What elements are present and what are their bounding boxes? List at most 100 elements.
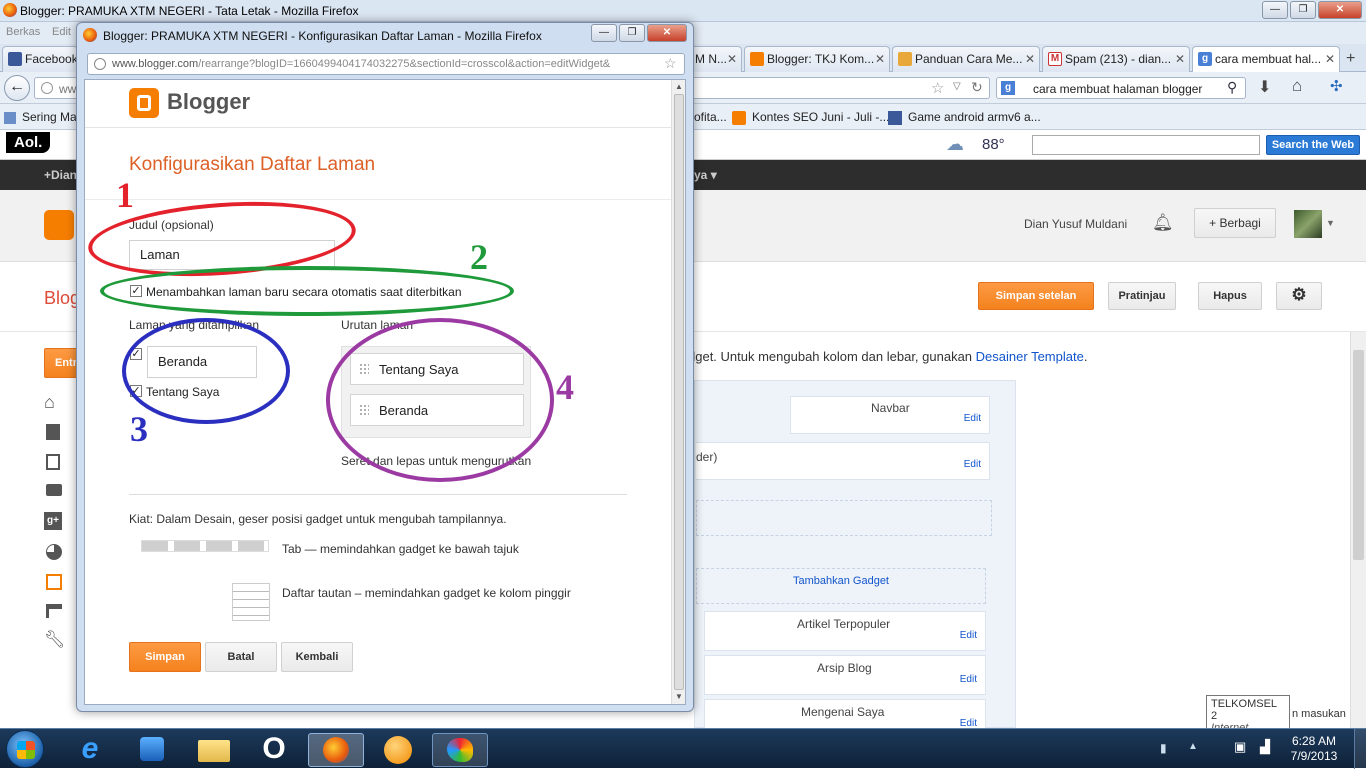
show-desktop-button[interactable] [1354, 729, 1366, 769]
save-button[interactable]: Simpan [129, 642, 201, 672]
gmail-icon: M [1048, 52, 1062, 66]
tab-blogger-tkj[interactable]: Blogger: TKJ Kom... ✕ [744, 46, 890, 72]
back-button[interactable]: Kembali [281, 642, 353, 672]
layout-icon[interactable] [46, 574, 62, 590]
clock[interactable]: 6:28 AM 7/9/2013 [1282, 734, 1346, 764]
pages-icon[interactable] [46, 454, 60, 470]
annotation-number-3: 3 [130, 409, 148, 449]
sidebar-item-entri[interactable]: Entri [44, 348, 78, 378]
menu-item-file[interactable]: Berkas [6, 26, 40, 38]
close-tab-icon[interactable]: ✕ [875, 52, 885, 66]
close-tab-icon[interactable]: ✕ [1025, 52, 1035, 66]
google-plus-icon[interactable]: g+ [44, 512, 62, 530]
app-orange-icon[interactable] [374, 733, 422, 767]
search-the-web-button[interactable]: Search the Web [1266, 135, 1360, 155]
bookmark-star-icon[interactable]: ☆ [931, 79, 944, 97]
home-icon[interactable]: ⌂ [1292, 76, 1302, 96]
template-designer-link[interactable]: Desainer Template [976, 349, 1084, 364]
minimize-button[interactable]: — [1262, 1, 1288, 19]
gadget-header[interactable]: der) Edit [696, 442, 990, 480]
avatar[interactable] [1294, 210, 1322, 238]
scroll-up-icon[interactable]: ▲ [675, 82, 683, 91]
paint-icon[interactable] [432, 733, 488, 767]
dialog-heading: Konfigurasikan Daftar Laman [129, 154, 376, 175]
chevron-down-icon[interactable]: ▼ [1326, 218, 1335, 228]
gadget-navbar[interactable]: Navbar Edit [790, 396, 990, 434]
start-button[interactable] [6, 730, 44, 768]
share-button[interactable]: + Berbagi [1194, 208, 1276, 238]
back-button-icon[interactable]: ← [4, 75, 30, 101]
posts-icon[interactable] [46, 424, 60, 440]
gadget-about-me[interactable]: Mengenai Saya Edit [704, 699, 986, 729]
add-gadget-link[interactable]: Tambahkan Gadget [793, 575, 889, 587]
bell-icon[interactable]: 🔔︎ [1152, 213, 1174, 233]
tab-facebook[interactable]: Facebook [2, 46, 78, 72]
reload-icon[interactable]: ↻ [971, 79, 983, 96]
search-input[interactable]: cara membuat halaman blogger [1033, 82, 1202, 96]
bookmark-star-icon[interactable]: ☆ [664, 55, 677, 72]
explorer-folder-icon[interactable] [190, 733, 238, 767]
settings-gear-button[interactable]: ⚙ [1276, 282, 1322, 310]
main-scrollbar[interactable] [1350, 332, 1366, 728]
tray-show-hidden-icon[interactable]: ▲ [1188, 741, 1198, 752]
add-gadget-zone[interactable]: Tambahkan Gadget [696, 568, 986, 604]
preview-button[interactable]: Pratinjau [1108, 282, 1176, 310]
edit-link[interactable]: Edit [964, 459, 981, 470]
template-icon[interactable] [46, 604, 62, 618]
popup-minimize-button[interactable]: — [591, 24, 617, 42]
edit-link[interactable]: Edit [960, 630, 977, 641]
black-bar-more[interactable]: ya ▾ [694, 168, 717, 182]
dropdown-icon[interactable]: ▽ [953, 81, 961, 92]
popup-close-button[interactable]: ✕ [647, 24, 687, 42]
tab-google-search[interactable]: g cara membuat hal... ✕ [1192, 46, 1340, 72]
maximize-button[interactable]: ❐ [1290, 1, 1316, 19]
popup-scrollbar[interactable]: ▲ ▼ [671, 80, 685, 704]
gadget-blog-archive[interactable]: Arsip Blog Edit [704, 655, 986, 695]
user-name[interactable]: Dian Yusuf Muldani [1024, 217, 1127, 231]
close-tab-icon[interactable]: ✕ [1175, 52, 1185, 66]
media-player-icon[interactable] [128, 733, 176, 767]
edit-link[interactable]: Edit [964, 413, 981, 424]
save-settings-button[interactable]: Simpan setelan [978, 282, 1094, 310]
comments-icon[interactable] [46, 484, 62, 496]
scrollbar-thumb[interactable] [1353, 350, 1364, 560]
scrollbar-thumb[interactable] [674, 94, 684, 690]
new-tab-icon[interactable]: + [1346, 50, 1355, 68]
close-tab-icon[interactable]: ✕ [1325, 52, 1335, 66]
aol-search-input[interactable] [1032, 135, 1260, 155]
opera-icon[interactable]: O [250, 733, 298, 767]
search-bar[interactable]: g cara membuat halaman blogger ⚲ [996, 77, 1246, 99]
bookmark-item[interactable]: ofita... [694, 110, 727, 124]
bookmark-most-visited[interactable]: Sering Ma [4, 110, 77, 124]
search-icon[interactable]: ⚲ [1227, 79, 1237, 96]
url-host: www.blogger.com [112, 58, 199, 70]
firefox-taskbar-icon[interactable] [308, 733, 364, 767]
gadget-popular-posts[interactable]: Artikel Terpopuler Edit [704, 611, 986, 651]
menu-item-edit[interactable]: Edit [52, 26, 71, 38]
scroll-down-icon[interactable]: ▼ [675, 692, 683, 701]
bookmark-kontes-seo[interactable]: Kontes SEO Juni - Juli -... [732, 110, 889, 125]
download-icon[interactable]: ⬇ [1258, 77, 1271, 97]
tray-signal-icon[interactable]: ▟ [1260, 739, 1270, 755]
addon-icon[interactable]: ✣ [1330, 77, 1343, 95]
edit-link[interactable]: Edit [960, 674, 977, 685]
home-icon[interactable]: ⌂ [44, 392, 55, 413]
section-divider [129, 494, 627, 495]
feedback-text[interactable]: n masukan [1292, 708, 1346, 720]
delete-button[interactable]: Hapus [1198, 282, 1262, 310]
tab-gmail-spam[interactable]: M Spam (213) - dian... ✕ [1042, 46, 1190, 72]
cancel-button[interactable]: Batal [205, 642, 277, 672]
close-tab-icon[interactable]: ✕ [727, 52, 737, 66]
tab-panduan[interactable]: Panduan Cara Me... ✕ [892, 46, 1040, 72]
tab-partial[interactable]: M N... ✕ [690, 46, 742, 72]
stats-pie-icon[interactable] [46, 544, 62, 560]
google-plus-link[interactable]: +Dian [44, 168, 77, 182]
popup-address-bar[interactable]: www.blogger.com/rearrange?blogID=1660499… [87, 53, 685, 75]
bookmark-game-android[interactable]: Game android armv6 a... [888, 110, 1041, 125]
popup-maximize-button[interactable]: ❐ [619, 24, 645, 42]
close-button[interactable]: ✕ [1318, 1, 1362, 19]
tray-network-icon[interactable]: ▮ [1160, 741, 1167, 755]
wrench-icon[interactable]: 🔧︎ [44, 630, 66, 650]
internet-explorer-icon[interactable]: e [66, 733, 114, 767]
tray-device-icon[interactable]: ▣ [1234, 739, 1246, 755]
